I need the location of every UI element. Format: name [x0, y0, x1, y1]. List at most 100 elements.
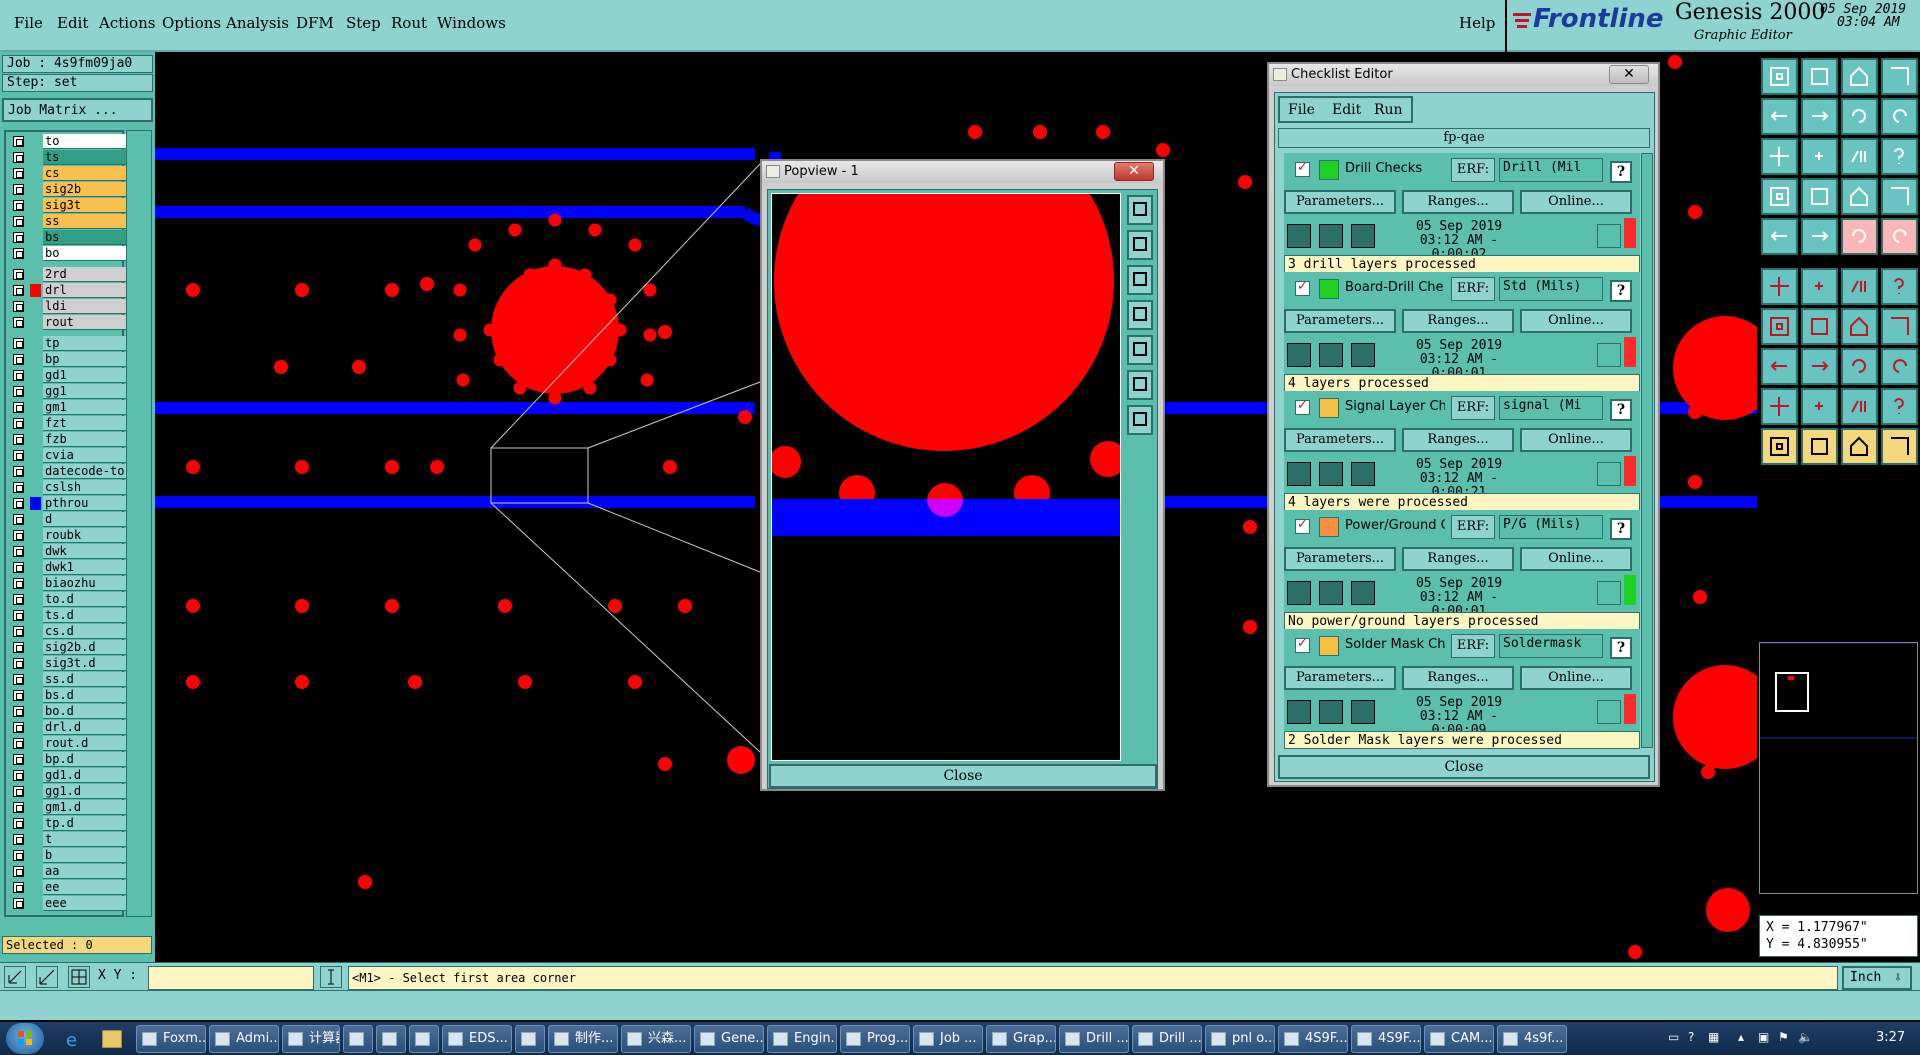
dash-icon[interactable] [1801, 348, 1838, 385]
layer-row[interactable]: ss.d [8, 672, 128, 687]
taskbar-item[interactable]: pnl o... [1205, 1025, 1275, 1053]
layer-row[interactable]: bo.d [8, 704, 128, 719]
line-icon[interactable] [1801, 218, 1838, 255]
help-button[interactable]: ? [1610, 161, 1632, 183]
cross-icon[interactable] [1801, 268, 1838, 305]
run-icon[interactable] [1287, 581, 1311, 605]
checklist-menu-run[interactable]: Run [1374, 102, 1403, 118]
undo-icon[interactable] [1841, 98, 1878, 135]
layer-checkbox[interactable] [13, 216, 24, 227]
checkbox-icon[interactable] [1295, 160, 1310, 177]
layer-row[interactable]: gg1 [8, 384, 128, 399]
slash-icon[interactable] [1801, 308, 1838, 345]
pad-icon[interactable] [1841, 388, 1878, 425]
checklist-scrollbar[interactable] [1641, 153, 1653, 748]
parameters-button[interactable]: Parameters... [1284, 666, 1396, 690]
checklist-close-button[interactable]: Close [1278, 755, 1650, 779]
net-link-icon[interactable] [1881, 348, 1918, 385]
layer-checkbox[interactable] [13, 184, 24, 195]
taskbar-item[interactable]: CAM... [1424, 1025, 1494, 1053]
zoom-in-icon[interactable] [1801, 138, 1838, 175]
layer-row[interactable]: ts [8, 150, 128, 165]
layer-row[interactable]: b [8, 848, 128, 863]
taskbar-item[interactable]: Admi... [209, 1025, 279, 1053]
run-icon[interactable] [1287, 462, 1311, 486]
layer-checkbox[interactable] [13, 301, 24, 312]
menu-help[interactable]: Help [1459, 14, 1495, 32]
ruler-icon[interactable] [1841, 218, 1878, 255]
online-button[interactable]: Online... [1520, 428, 1632, 452]
ranges-button[interactable]: Ranges... [1402, 547, 1514, 571]
parameters-button[interactable]: Parameters... [1284, 190, 1396, 214]
layer-row[interactable]: aa [8, 864, 128, 879]
layer-checkbox[interactable] [13, 136, 24, 147]
view-icon[interactable] [1801, 58, 1838, 95]
pin-icon[interactable] [1881, 268, 1918, 305]
layer-row[interactable]: cvia [8, 448, 128, 463]
erf-value[interactable]: signal (Mi [1499, 396, 1603, 420]
menu-options[interactable]: Options [162, 14, 221, 32]
layer-row[interactable]: bp.d [8, 752, 128, 767]
layer-checkbox[interactable] [13, 354, 24, 365]
layer-checkbox[interactable] [13, 562, 24, 573]
layer-row[interactable]: ee [8, 880, 128, 895]
parameters-button[interactable]: Parameters... [1284, 309, 1396, 333]
layer-checkbox[interactable] [13, 152, 24, 163]
checkbox-icon[interactable] [1295, 636, 1310, 653]
taskbar-item[interactable]: Prog... [840, 1025, 910, 1053]
arrow-up-icon[interactable]: ▴ [1738, 1030, 1744, 1044]
menu-actions[interactable]: Actions [99, 14, 155, 32]
menu-step[interactable]: Step [346, 14, 381, 32]
network-icon[interactable]: ▣ [1758, 1030, 1769, 1044]
taskbar-item[interactable] [376, 1025, 406, 1053]
layer-checkbox[interactable] [13, 594, 24, 605]
layer-row[interactable]: to.d [8, 592, 128, 607]
layer-checkbox[interactable] [13, 802, 24, 813]
taskbar-item[interactable]: Job ... [913, 1025, 983, 1053]
layer-checkbox[interactable] [13, 898, 24, 909]
layer-highlight-icon[interactable] [1881, 178, 1918, 215]
layer-row[interactable]: bs.d [8, 688, 128, 703]
layer-checkbox[interactable] [13, 738, 24, 749]
taskbar-item[interactable]: Grap... [986, 1025, 1056, 1053]
run-all-icon[interactable] [1319, 581, 1343, 605]
layer-checkbox[interactable] [13, 418, 24, 429]
layer-row[interactable]: ss [8, 214, 128, 229]
layer-checkbox[interactable] [13, 578, 24, 589]
layer-row[interactable]: biaozhu [8, 576, 128, 591]
layer-list-scrollbar[interactable] [126, 130, 152, 917]
zoom-icon[interactable] [1127, 195, 1153, 225]
layer-row[interactable]: gm1 [8, 400, 128, 415]
layer-row[interactable]: tp [8, 336, 128, 351]
back-icon[interactable] [1761, 98, 1798, 135]
taskbar-item[interactable]: Gene... [694, 1025, 764, 1053]
layer-row[interactable]: gd1.d [8, 768, 128, 783]
layer-checkbox[interactable] [13, 434, 24, 445]
flag-icon[interactable]: ⚑ [1778, 1030, 1789, 1044]
taskbar-item[interactable]: 计算器 [282, 1025, 340, 1053]
job-matrix-button[interactable]: Job Matrix ... [2, 98, 153, 122]
layer-row[interactable]: to [8, 134, 128, 149]
erf-value[interactable]: P/G (Mils) [1499, 515, 1603, 539]
run-all-icon[interactable] [1319, 462, 1343, 486]
layer-checkbox[interactable] [13, 168, 24, 179]
arc-icon[interactable] [1761, 308, 1798, 345]
layer-checkbox[interactable] [13, 786, 24, 797]
stop-icon[interactable] [1351, 462, 1375, 486]
help-button[interactable]: ? [1610, 280, 1632, 302]
home-icon[interactable] [1761, 58, 1798, 95]
layer-row[interactable]: cslsh [8, 480, 128, 495]
layer-row[interactable]: dwk [8, 544, 128, 559]
layer-checkbox[interactable] [13, 690, 24, 701]
layer-checkbox[interactable] [13, 248, 24, 259]
ranges-button[interactable]: Ranges... [1402, 190, 1514, 214]
circle-icon[interactable] [1761, 218, 1798, 255]
taskbar-item[interactable]: Foxm... [136, 1025, 206, 1053]
taskbar-item[interactable]: 制作... [548, 1025, 618, 1053]
popview-canvas[interactable] [771, 193, 1121, 761]
forward-icon[interactable] [1801, 98, 1838, 135]
zoom-fit-icon[interactable] [1127, 370, 1153, 400]
layer-row[interactable]: drl.d [8, 720, 128, 735]
checklist-menu-edit[interactable]: Edit [1332, 102, 1361, 118]
help-icon[interactable]: ? [1688, 1030, 1694, 1044]
